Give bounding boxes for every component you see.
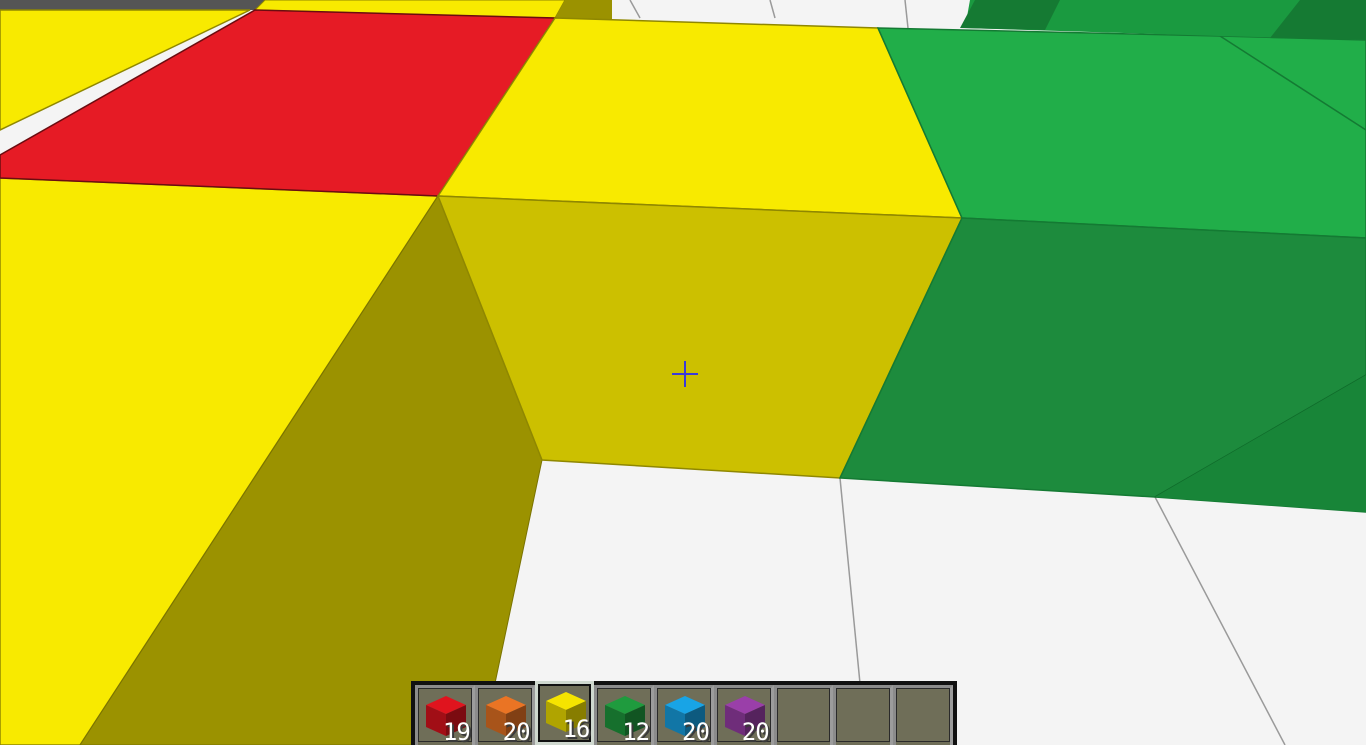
hotbar-slot-3[interactable]: 16 bbox=[534, 681, 595, 745]
item-count: 12 bbox=[622, 718, 650, 745]
hotbar-slot-4[interactable]: 12 bbox=[594, 685, 655, 745]
grey-block-top bbox=[0, 0, 265, 10]
item-count: 16 bbox=[562, 715, 590, 743]
hotbar-slot-8[interactable] bbox=[833, 685, 894, 745]
item-count: 20 bbox=[682, 718, 710, 745]
item-count: 20 bbox=[741, 718, 770, 745]
hotbar-slot-9[interactable] bbox=[893, 685, 954, 745]
hotbar: 19 20 16 12 20 20 bbox=[411, 681, 957, 745]
hotbar-slot-7[interactable] bbox=[773, 685, 834, 745]
hotbar-slot-2[interactable]: 20 bbox=[474, 685, 535, 745]
world-scene[interactable] bbox=[0, 0, 1366, 745]
game-viewport[interactable]: 19 20 16 12 20 20 bbox=[0, 0, 1366, 745]
hotbar-slot-5[interactable]: 20 bbox=[654, 685, 714, 745]
hotbar-slot-6[interactable]: 20 bbox=[713, 685, 774, 745]
item-count: 19 bbox=[442, 718, 471, 745]
hotbar-slot-1[interactable]: 19 bbox=[415, 685, 475, 745]
far-yellow-side bbox=[555, 0, 612, 20]
far-green-dark-1 bbox=[960, 0, 1060, 30]
item-count: 20 bbox=[502, 718, 531, 745]
